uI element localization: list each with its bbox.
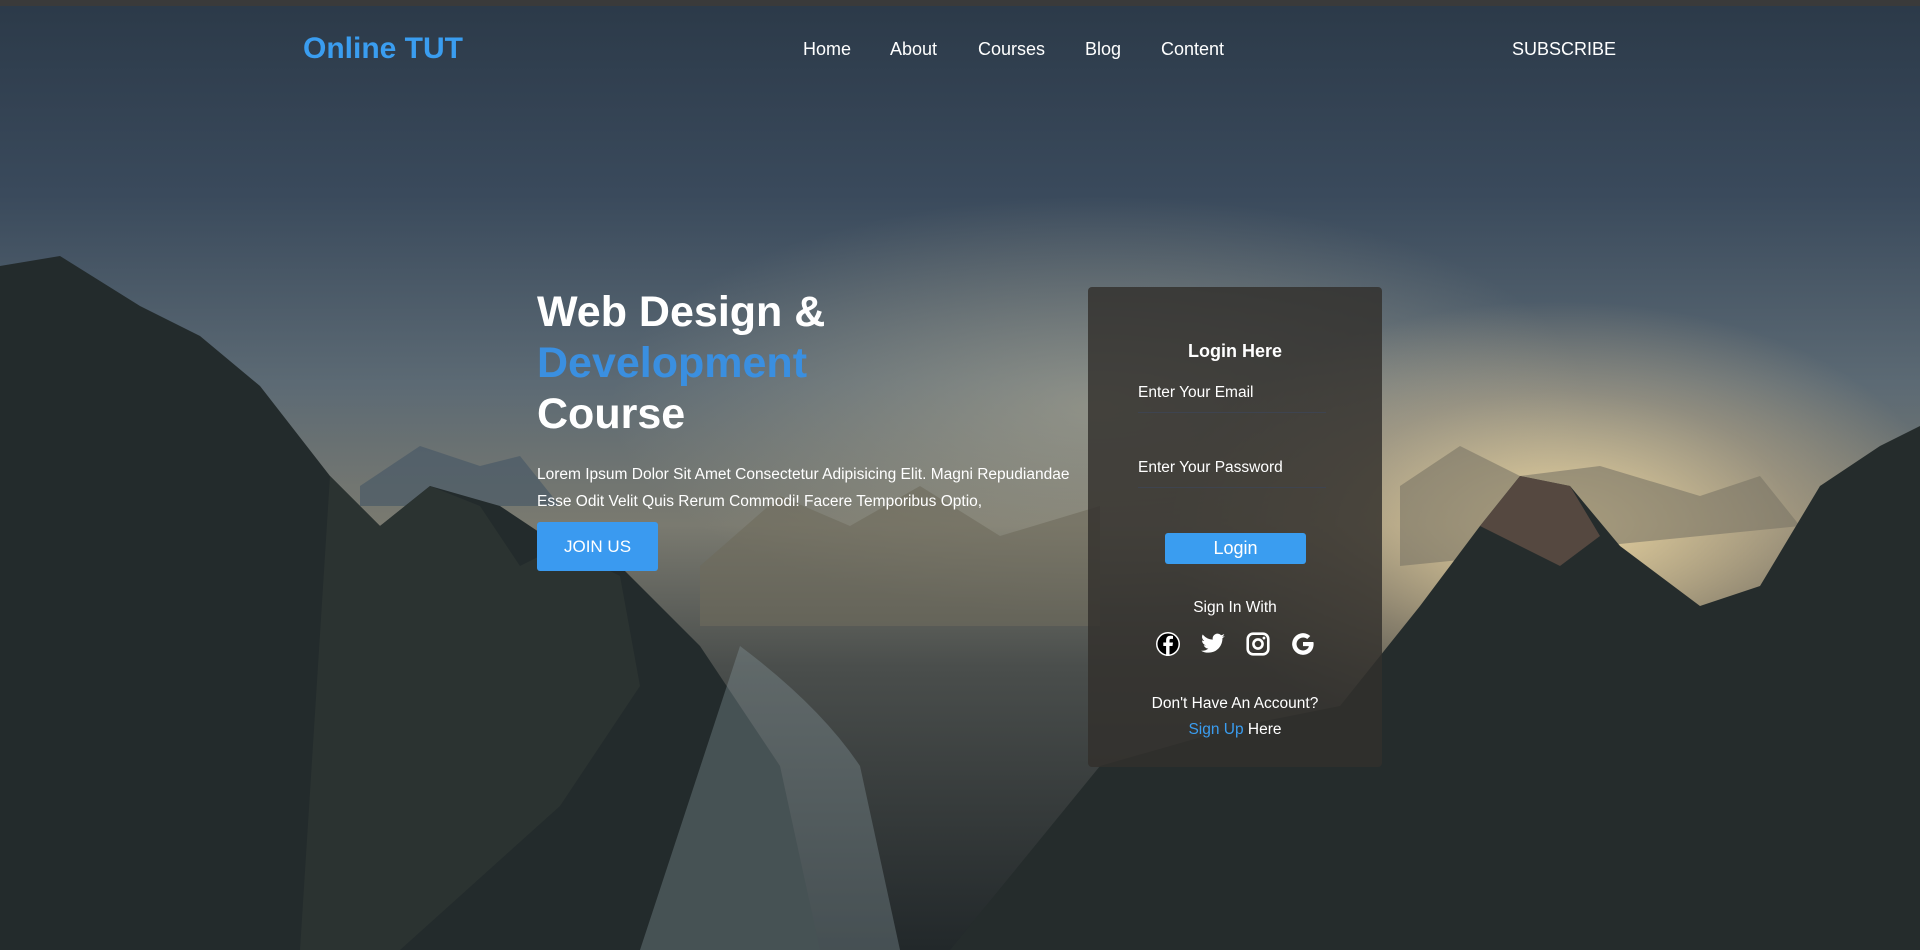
sign-in-with-label: Sign In With [1193, 599, 1277, 616]
nav-about[interactable]: About [890, 39, 937, 60]
here-text: Here [1247, 721, 1282, 738]
join-us-button[interactable]: JOIN US [537, 522, 658, 571]
paragraph-line: Esse Odit Velit Quis Rerum Commodi! Face… [537, 493, 983, 510]
password-field[interactable]: Enter Your Password [1138, 459, 1326, 488]
hero-title-line1: Web Design & [537, 288, 826, 336]
instagram-icon[interactable] [1245, 631, 1271, 657]
twitter-icon[interactable] [1200, 631, 1226, 657]
hero-paragraph: Lorem Ipsum Dolor Sit Amet Consectetur A… [537, 461, 1097, 515]
hero-title-accent: Development [537, 339, 808, 387]
nav-courses[interactable]: Courses [978, 39, 1045, 60]
logo[interactable]: Online TUT [303, 32, 463, 66]
sign-up-link[interactable]: Sign Up [1188, 721, 1243, 738]
nav-blog[interactable]: Blog [1085, 39, 1121, 60]
subscribe-link[interactable]: SUBSCRIBE [1512, 39, 1616, 60]
nav-home[interactable]: Home [803, 39, 851, 60]
login-card: Login Here Enter Your Email Enter Your P… [1088, 287, 1382, 767]
login-title: Login Here [1187, 341, 1282, 361]
facebook-icon[interactable] [1155, 631, 1181, 657]
nav-content[interactable]: Content [1161, 39, 1224, 60]
email-field[interactable]: Enter Your Email [1138, 384, 1326, 413]
paragraph-line: Lorem Ipsum Dolor Sit Amet Consectetur A… [537, 466, 1070, 483]
hero-title-line3: Course [537, 390, 686, 438]
login-button[interactable]: Login [1165, 533, 1306, 564]
sign-up-line: Sign Up Here [1088, 721, 1382, 739]
hero-section: Online TUT Home About Courses Blog Conte… [0, 6, 1920, 950]
google-icon[interactable] [1290, 631, 1316, 657]
no-account-text: Don't Have An Account? [1151, 695, 1319, 712]
social-icons [1088, 631, 1382, 657]
